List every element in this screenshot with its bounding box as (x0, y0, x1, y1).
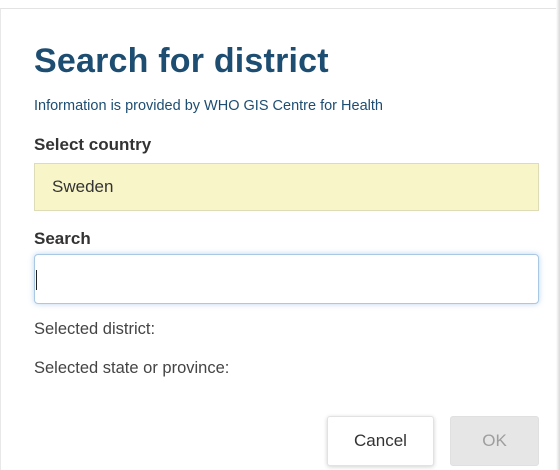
dialog-edge-shadow (556, 0, 560, 470)
search-district-dialog: Search for district Information is provi… (0, 8, 556, 470)
search-input[interactable] (34, 254, 539, 304)
select-country-label: Select country (34, 135, 152, 154)
selected-state-label: Selected state or province: (34, 359, 230, 377)
text-caret (36, 270, 37, 290)
country-select-value: Sweden (52, 177, 114, 196)
cancel-button[interactable]: Cancel (327, 416, 434, 466)
country-select[interactable]: Sweden (34, 163, 539, 211)
dialog-title: Search for district (34, 42, 329, 80)
ok-button[interactable]: OK (450, 416, 539, 466)
search-label: Search (34, 229, 91, 248)
selected-district-label: Selected district: (34, 320, 156, 338)
info-text: Information is provided by WHO GIS Centr… (34, 98, 383, 114)
